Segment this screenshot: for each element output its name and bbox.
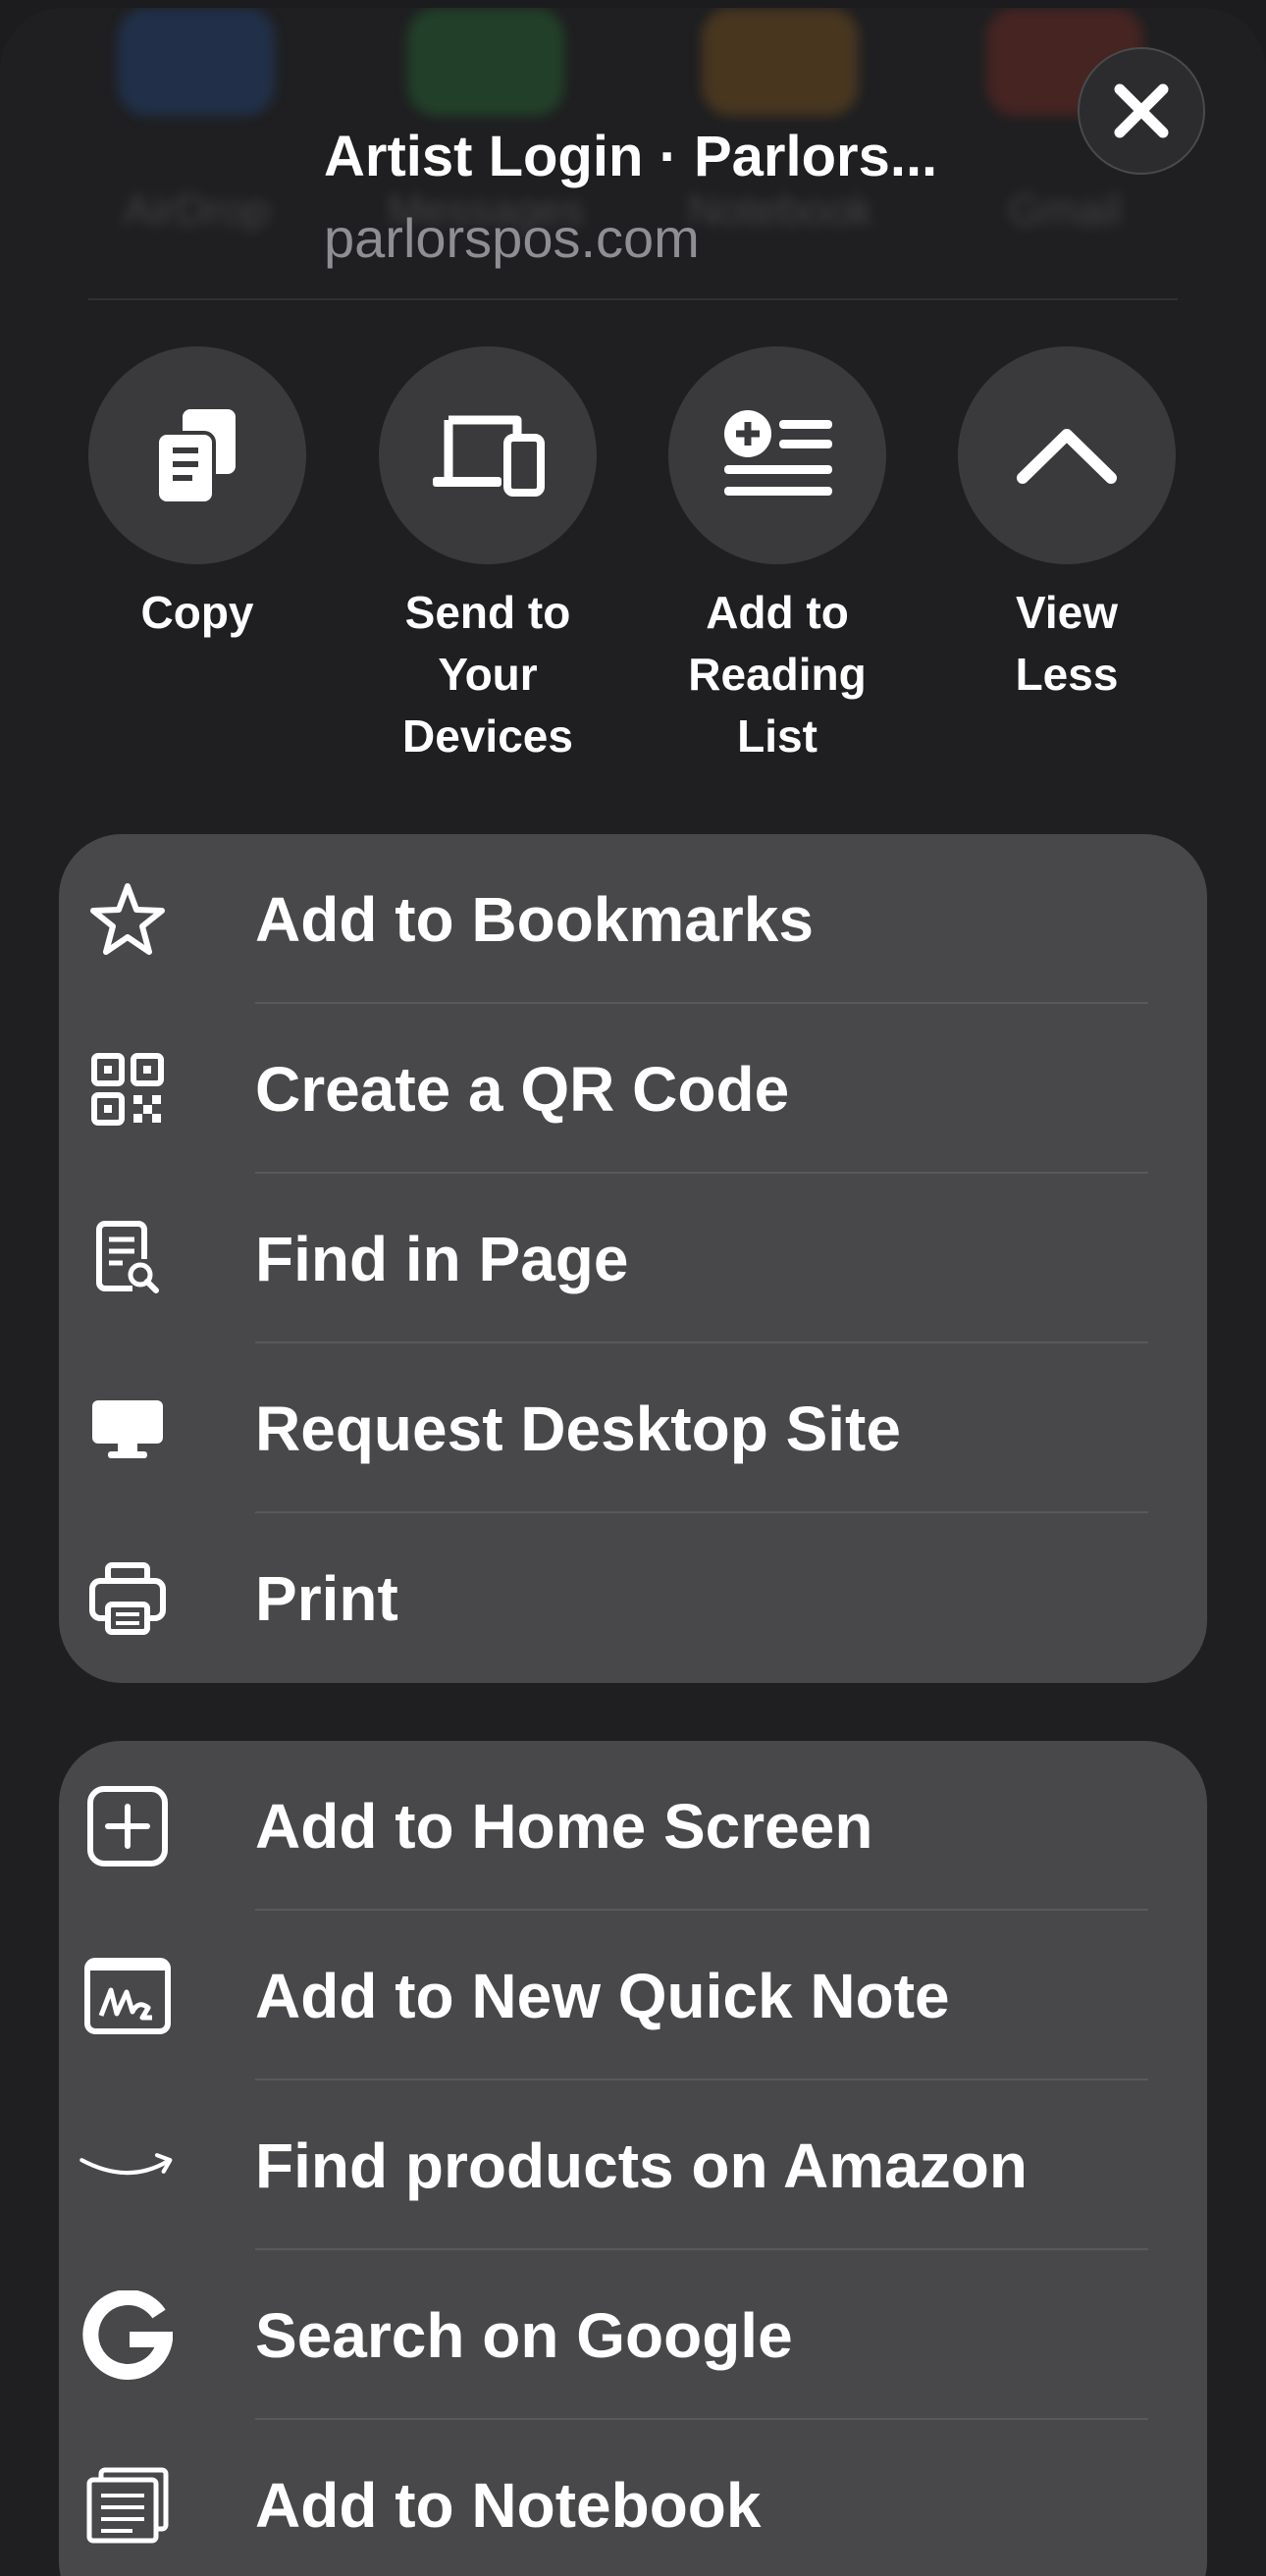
add-to-quick-note-row[interactable]: Add to New Quick Note — [59, 1911, 1207, 2080]
desktop-icon — [92, 1399, 163, 1458]
google-icon — [82, 2289, 173, 2380]
view-less-label: View Less — [1015, 587, 1119, 700]
printer-icon — [89, 1561, 166, 1635]
page-url: parlorspos.com — [324, 207, 700, 269]
add-to-bookmarks-row[interactable]: Add to Bookmarks — [59, 834, 1207, 1004]
copy-action[interactable]: Copy — [70, 346, 325, 644]
ghost-label-gmail: Gmail — [1008, 186, 1122, 235]
airdrop-app-icon — [118, 8, 275, 116]
amazon-icon — [79, 2152, 173, 2175]
close-button[interactable] — [1078, 47, 1205, 175]
add-to-home-screen-row[interactable]: Add to Home Screen — [59, 1741, 1207, 1911]
copy-action-button[interactable] — [88, 346, 306, 564]
send-to-devices-button[interactable] — [379, 346, 597, 564]
actions-group-1: Add to Bookmarks Create a QR Code Find i… — [59, 834, 1207, 1683]
devices-icon — [433, 415, 545, 497]
search-on-google-label: Search on Google — [255, 2299, 793, 2371]
add-to-reading-list-button[interactable] — [668, 346, 886, 564]
share-sheet: AirDrop Messages Notebook Gmail Artist L… — [0, 8, 1266, 2576]
messages-app-icon — [407, 8, 564, 116]
view-less-action[interactable]: View Less — [939, 346, 1194, 706]
request-desktop-site-label: Request Desktop Site — [255, 1393, 901, 1464]
copy-icon — [155, 409, 236, 505]
find-products-amazon-row[interactable]: Find products on Amazon — [59, 2080, 1207, 2250]
find-in-page-label: Find in Page — [255, 1223, 629, 1294]
plus-square-icon — [87, 1785, 168, 1866]
quick-note-icon — [84, 1957, 171, 2034]
send-to-devices-label: Send to Your Devices — [402, 587, 573, 762]
actions-group-2: Add to Home Screen Add to New Quick Note — [59, 1741, 1207, 2576]
add-to-home-screen-label: Add to Home Screen — [255, 1790, 873, 1862]
reading-list-icon — [724, 410, 832, 496]
print-row[interactable]: Print — [59, 1513, 1207, 1683]
add-to-notebook-row[interactable]: Add to Notebook — [59, 2420, 1207, 2576]
find-products-amazon-label: Find products on Amazon — [255, 2129, 1028, 2201]
header-divider — [88, 298, 1178, 300]
add-to-notebook-label: Add to Notebook — [255, 2469, 762, 2541]
send-to-devices-action[interactable]: Send to Your Devices — [360, 346, 615, 767]
add-to-quick-note-label: Add to New Quick Note — [255, 1960, 950, 2031]
create-qr-code-row[interactable]: Create a QR Code — [59, 1004, 1207, 1174]
print-label: Print — [255, 1562, 398, 1634]
copy-label: Copy — [140, 587, 254, 638]
add-to-reading-list-action[interactable]: Add to Reading List — [650, 346, 905, 767]
search-on-google-row[interactable]: Search on Google — [59, 2250, 1207, 2420]
star-icon — [90, 882, 165, 955]
add-to-bookmarks-label: Add to Bookmarks — [255, 883, 814, 955]
notebook-icon — [86, 2467, 169, 2543]
view-less-button[interactable] — [958, 346, 1176, 564]
find-in-page-row[interactable]: Find in Page — [59, 1174, 1207, 1343]
ghost-label-airdrop: AirDrop — [123, 186, 270, 235]
xmark-icon — [1114, 83, 1169, 138]
chevron-up-icon — [1017, 429, 1117, 484]
qr-code-icon — [91, 1052, 164, 1126]
request-desktop-site-row[interactable]: Request Desktop Site — [59, 1343, 1207, 1513]
find-in-page-icon — [96, 1220, 159, 1293]
add-to-reading-list-label: Add to Reading List — [688, 587, 867, 762]
page-title: Artist Login · Parlors... — [324, 125, 938, 188]
create-qr-code-label: Create a QR Code — [255, 1053, 790, 1125]
notebook-app-icon — [702, 8, 859, 116]
